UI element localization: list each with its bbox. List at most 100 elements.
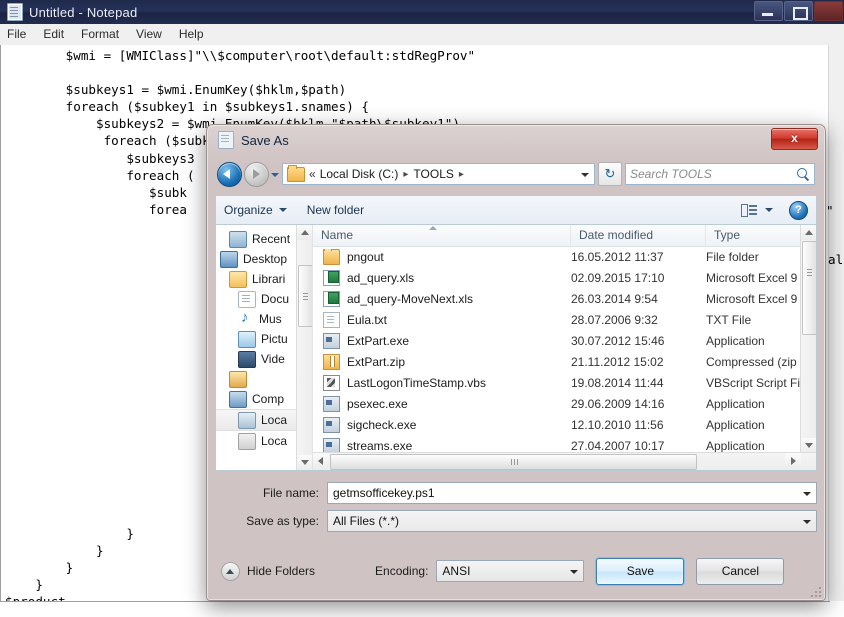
save-as-dialog: Save As x « Local Disk (C:) ▸ TOOLS ▸ ↻ … bbox=[206, 124, 826, 601]
cancel-button[interactable]: Cancel bbox=[696, 557, 785, 585]
scroll-right-icon[interactable] bbox=[785, 453, 801, 469]
column-header-name[interactable]: Name bbox=[313, 225, 571, 246]
chevron-down-icon[interactable] bbox=[799, 511, 816, 531]
breadcrumb-separator[interactable]: ▸ bbox=[403, 169, 408, 180]
file-name-text: LastLogonTimeStamp.vbs bbox=[347, 375, 486, 390]
file-date-cell: 30.07.2012 15:46 bbox=[571, 333, 665, 348]
view-mode-icon[interactable] bbox=[741, 203, 757, 217]
scroll-down-icon[interactable] bbox=[801, 438, 816, 453]
scroll-down-icon[interactable] bbox=[297, 455, 312, 470]
forward-button[interactable] bbox=[244, 161, 269, 187]
file-date-cell: 26.03.2014 9:54 bbox=[571, 291, 658, 306]
hide-folders-button[interactable]: Hide Folders bbox=[221, 561, 316, 581]
application-icon bbox=[323, 437, 340, 453]
file-list-horizontal-scrollbar[interactable] bbox=[313, 452, 816, 470]
save-button[interactable]: Save bbox=[596, 557, 685, 585]
chevron-down-icon bbox=[278, 208, 287, 212]
menu-file[interactable]: File bbox=[7, 24, 26, 45]
menu-view[interactable]: View bbox=[136, 24, 162, 45]
scrollbar-thumb-horizontal[interactable] bbox=[330, 454, 697, 470]
breadcrumb-item-local-disk[interactable]: Local Disk (C:) bbox=[320, 167, 399, 181]
column-header-name-label: Name bbox=[321, 228, 354, 242]
local-disk2-icon bbox=[238, 432, 256, 450]
close-button[interactable] bbox=[814, 1, 843, 21]
navpane-vertical-scrollbar[interactable] bbox=[296, 225, 312, 470]
table-row[interactable]: ad_query.xls 02.09.2015 17:10 Microsoft Ex… bbox=[313, 267, 816, 288]
new-folder-button[interactable]: New folder bbox=[307, 203, 364, 217]
dialog-footer: Hide Folders Encoding: ANSI Save Cancel bbox=[207, 542, 825, 600]
scrollbar-thumb[interactable] bbox=[298, 265, 312, 327]
table-row[interactable]: ExtPart.zip 21.11.2012 15:02 Compressed (z… bbox=[313, 351, 816, 372]
scrollbar-thumb[interactable] bbox=[802, 241, 816, 335]
table-row[interactable]: streams.exe 27.04.2007 10:17 Application bbox=[313, 435, 816, 453]
dialog-close-button[interactable]: x bbox=[771, 128, 818, 150]
excel-file-icon bbox=[323, 269, 340, 286]
refresh-button[interactable]: ↻ bbox=[598, 162, 622, 186]
scroll-left-icon[interactable] bbox=[313, 453, 329, 469]
table-row[interactable]: Eula.txt 28.07.2006 9:32 TXT File bbox=[313, 309, 816, 330]
encoding-select[interactable]: ANSI bbox=[436, 560, 585, 582]
file-name-input[interactable]: getmsofficekey.ps1 bbox=[327, 482, 817, 504]
maximize-button[interactable] bbox=[784, 1, 813, 21]
table-row[interactable]: ExtPart.exe 30.07.2012 15:46 Application bbox=[313, 330, 816, 351]
table-row[interactable]: ad_query-MoveNext.xls 26.03.2014 9:54 Micr… bbox=[313, 288, 816, 309]
column-header-date[interactable]: Date modified bbox=[571, 225, 706, 246]
search-input[interactable]: Search TOOLS bbox=[630, 167, 797, 181]
search-box[interactable]: Search TOOLS bbox=[625, 163, 815, 185]
chevron-down-icon[interactable] bbox=[799, 483, 816, 503]
breadcrumb-separator-2[interactable]: ▸ bbox=[459, 169, 464, 180]
scroll-up-icon[interactable] bbox=[297, 225, 312, 240]
search-icon bbox=[797, 167, 810, 181]
chevron-down-icon[interactable] bbox=[566, 561, 583, 581]
notepad-vertical-scrollbar[interactable] bbox=[828, 45, 844, 601]
notepad-icon bbox=[218, 131, 234, 149]
address-bar[interactable]: « Local Disk (C:) ▸ TOOLS ▸ bbox=[282, 163, 595, 185]
file-name-value: getmsofficekey.ps1 bbox=[333, 486, 435, 500]
menu-help[interactable]: Help bbox=[179, 24, 204, 45]
save-as-type-select[interactable]: All Files (*.*) bbox=[327, 510, 817, 532]
libraries-icon bbox=[229, 270, 247, 288]
application-icon bbox=[323, 395, 340, 412]
minimize-button[interactable] bbox=[754, 1, 783, 21]
resize-grip[interactable] bbox=[811, 587, 822, 598]
chevron-down-icon[interactable] bbox=[765, 208, 773, 212]
file-name-cell: psexec.exe bbox=[313, 395, 571, 412]
application-icon bbox=[323, 416, 340, 433]
sort-ascending-icon bbox=[429, 226, 437, 230]
navigation-pane: Recent Desktop Librari Docu Mus Pictu Vide Comp… bbox=[216, 225, 313, 470]
help-button[interactable]: ? bbox=[789, 200, 808, 220]
table-row[interactable]: pngout 16.05.2012 11:37 File folder bbox=[313, 246, 816, 267]
breadcrumb-item-tools[interactable]: TOOLS bbox=[413, 167, 453, 181]
notepad-titlebar: Untitled - Notepad bbox=[0, 0, 844, 24]
recent-locations-button[interactable] bbox=[269, 163, 282, 186]
table-row[interactable]: LastLogonTimeStamp.vbs 19.08.2014 11:44 VB… bbox=[313, 372, 816, 393]
nav-item-label: Loca bbox=[261, 434, 288, 448]
table-row[interactable]: sigcheck.exe 12.10.2010 11:56 Application bbox=[313, 414, 816, 435]
organize-button[interactable]: Organize bbox=[224, 203, 287, 217]
scroll-up-icon[interactable] bbox=[801, 225, 816, 240]
file-date-cell: 27.04.2007 10:17 bbox=[571, 438, 665, 453]
file-name-text: ad_query-MoveNext.xls bbox=[347, 291, 474, 306]
chevron-down-icon[interactable] bbox=[578, 164, 592, 184]
excel-file-icon bbox=[323, 290, 340, 307]
notepad-title: Untitled - Notepad bbox=[29, 4, 138, 20]
file-list-vertical-scrollbar[interactable] bbox=[800, 225, 816, 453]
music-icon bbox=[238, 309, 254, 327]
table-row[interactable]: psexec.exe 29.06.2009 14:16 Application bbox=[313, 393, 816, 414]
videos-icon bbox=[238, 350, 256, 368]
nav-item-label: Pictu bbox=[261, 332, 288, 346]
code-text-bottom: } } } } $product } bbox=[5, 526, 134, 602]
hide-folders-label: Hide Folders bbox=[247, 564, 316, 578]
dialog-content: Recent Desktop Librari Docu Mus Pictu Vide Comp… bbox=[215, 224, 817, 471]
menu-edit[interactable]: Edit bbox=[43, 24, 64, 45]
encoding-value: ANSI bbox=[442, 564, 471, 578]
file-date-cell: 02.09.2015 17:10 bbox=[571, 270, 665, 285]
file-date-cell: 29.06.2009 14:16 bbox=[571, 396, 665, 411]
file-name-cell: Eula.txt bbox=[313, 311, 571, 328]
menu-format[interactable]: Format bbox=[81, 24, 119, 45]
nav-item-label: Comp bbox=[252, 392, 285, 406]
file-list-header: Name Date modified Type bbox=[313, 225, 816, 247]
file-list-pane: Name Date modified Type pngout 16.05.2012… bbox=[313, 225, 816, 470]
nav-item-label: Mus bbox=[259, 312, 282, 326]
back-button[interactable] bbox=[217, 161, 242, 187]
